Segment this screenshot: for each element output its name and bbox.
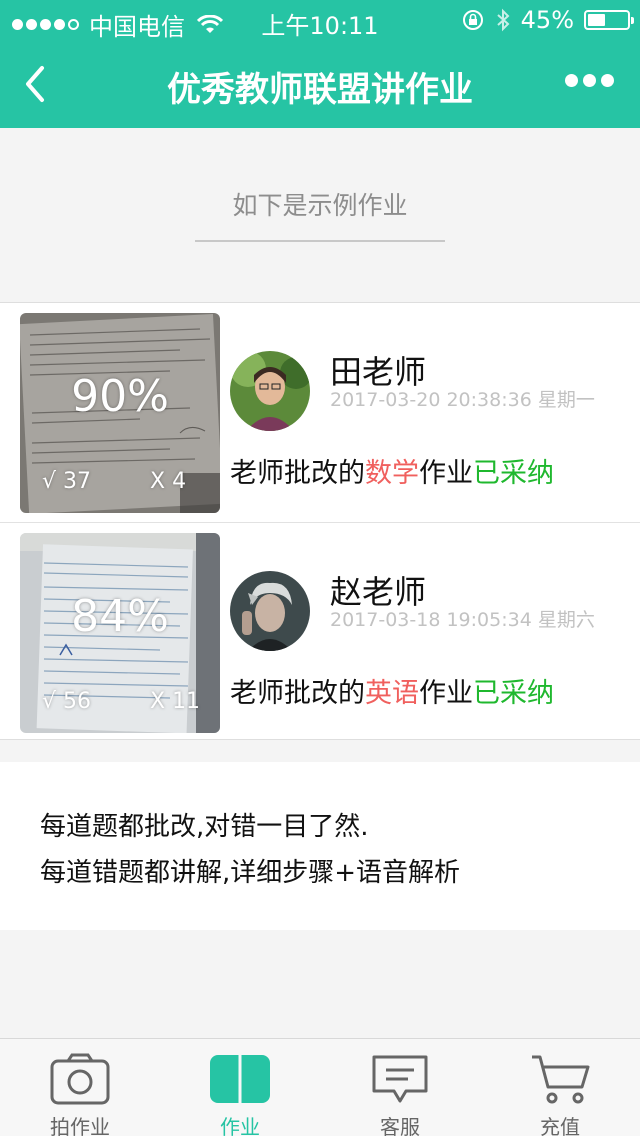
feature-info: 每道题都批改,对错一目了然. 每道错题都讲解,详细步骤+语音解析 [0,762,640,930]
tab-label: 作业 [220,1115,260,1136]
battery-percent: 45% [520,6,574,34]
correction-status: 老师批改的数学作业已采纳 [230,451,554,490]
tab-take-photo[interactable]: 拍作业 [0,1039,160,1136]
tab-bar: 拍作业 作业 客服 充值 [0,1038,640,1136]
correct-count: √ 56 [42,689,92,714]
teacher-name: 田老师 [330,353,427,391]
homework-item[interactable]: 90% √ 37 X 4 田老师 2017-03-20 20:38:36 星期一… [0,303,640,522]
desc-prefix: 老师批改的 [230,458,365,489]
example-notice: 如下是示例作业 [0,128,640,302]
subject-label: 英语 [365,678,419,709]
rotation-lock-icon [462,10,483,30]
accepted-status: 已采纳 [473,678,554,709]
tab-label: 充值 [540,1115,580,1136]
correct-count: √ 37 [42,469,92,494]
homework-item[interactable]: 84% √ 56 X 11 赵老师 2017-03-18 19:05:34 星期… [0,522,640,741]
book-icon [210,1055,270,1103]
teacher-name: 赵老师 [330,573,427,611]
submit-time: 2017-03-20 20:38:36 星期一 [330,389,595,411]
homework-photo[interactable]: 84% √ 56 X 11 [20,533,220,733]
correction-status: 老师批改的英语作业已采纳 [230,671,554,710]
chat-icon [372,1055,428,1103]
status-right: 45% [461,6,634,34]
desc-prefix: 老师批改的 [230,678,365,709]
cart-icon [532,1055,590,1104]
page-title: 优秀教师联盟讲作业 [167,70,473,110]
feature-line-2: 每道错题都讲解,详细步骤+语音解析 [40,858,461,888]
feature-line-1: 每道题都批改,对错一目了然. [40,812,369,842]
notice-text: 如下是示例作业 [232,191,408,220]
desc-middle: 作业 [419,458,473,489]
accepted-status: 已采纳 [473,458,554,489]
avatar [230,571,310,651]
status-bar: 中国电信 上午10:11 45% [0,0,640,41]
bluetooth-icon [496,8,510,32]
homework-photo[interactable]: 90% √ 37 X 4 [20,313,220,513]
tab-customer-service[interactable]: 客服 [320,1039,480,1136]
homework-list: 90% √ 37 X 4 田老师 2017-03-20 20:38:36 星期一… [0,302,640,740]
desc-middle: 作业 [419,678,473,709]
nav-bar: 优秀教师联盟讲作业 [0,40,640,128]
wrong-count: X 4 [150,469,187,494]
tab-recharge[interactable]: 充值 [480,1039,640,1136]
tab-label: 拍作业 [50,1115,110,1136]
score-percent: 84% [71,591,169,642]
more-dots-icon[interactable] [565,74,614,87]
avatar [230,351,310,431]
score-percent: 90% [71,371,169,422]
battery-icon [584,10,634,30]
subject-label: 数学 [365,458,419,489]
wrong-count: X 11 [150,689,201,714]
submit-time: 2017-03-18 19:05:34 星期六 [330,609,595,631]
tab-label: 客服 [380,1115,420,1136]
notice-divider [195,240,445,242]
camera-icon [50,1053,110,1105]
tab-homework[interactable]: 作业 [160,1039,320,1136]
